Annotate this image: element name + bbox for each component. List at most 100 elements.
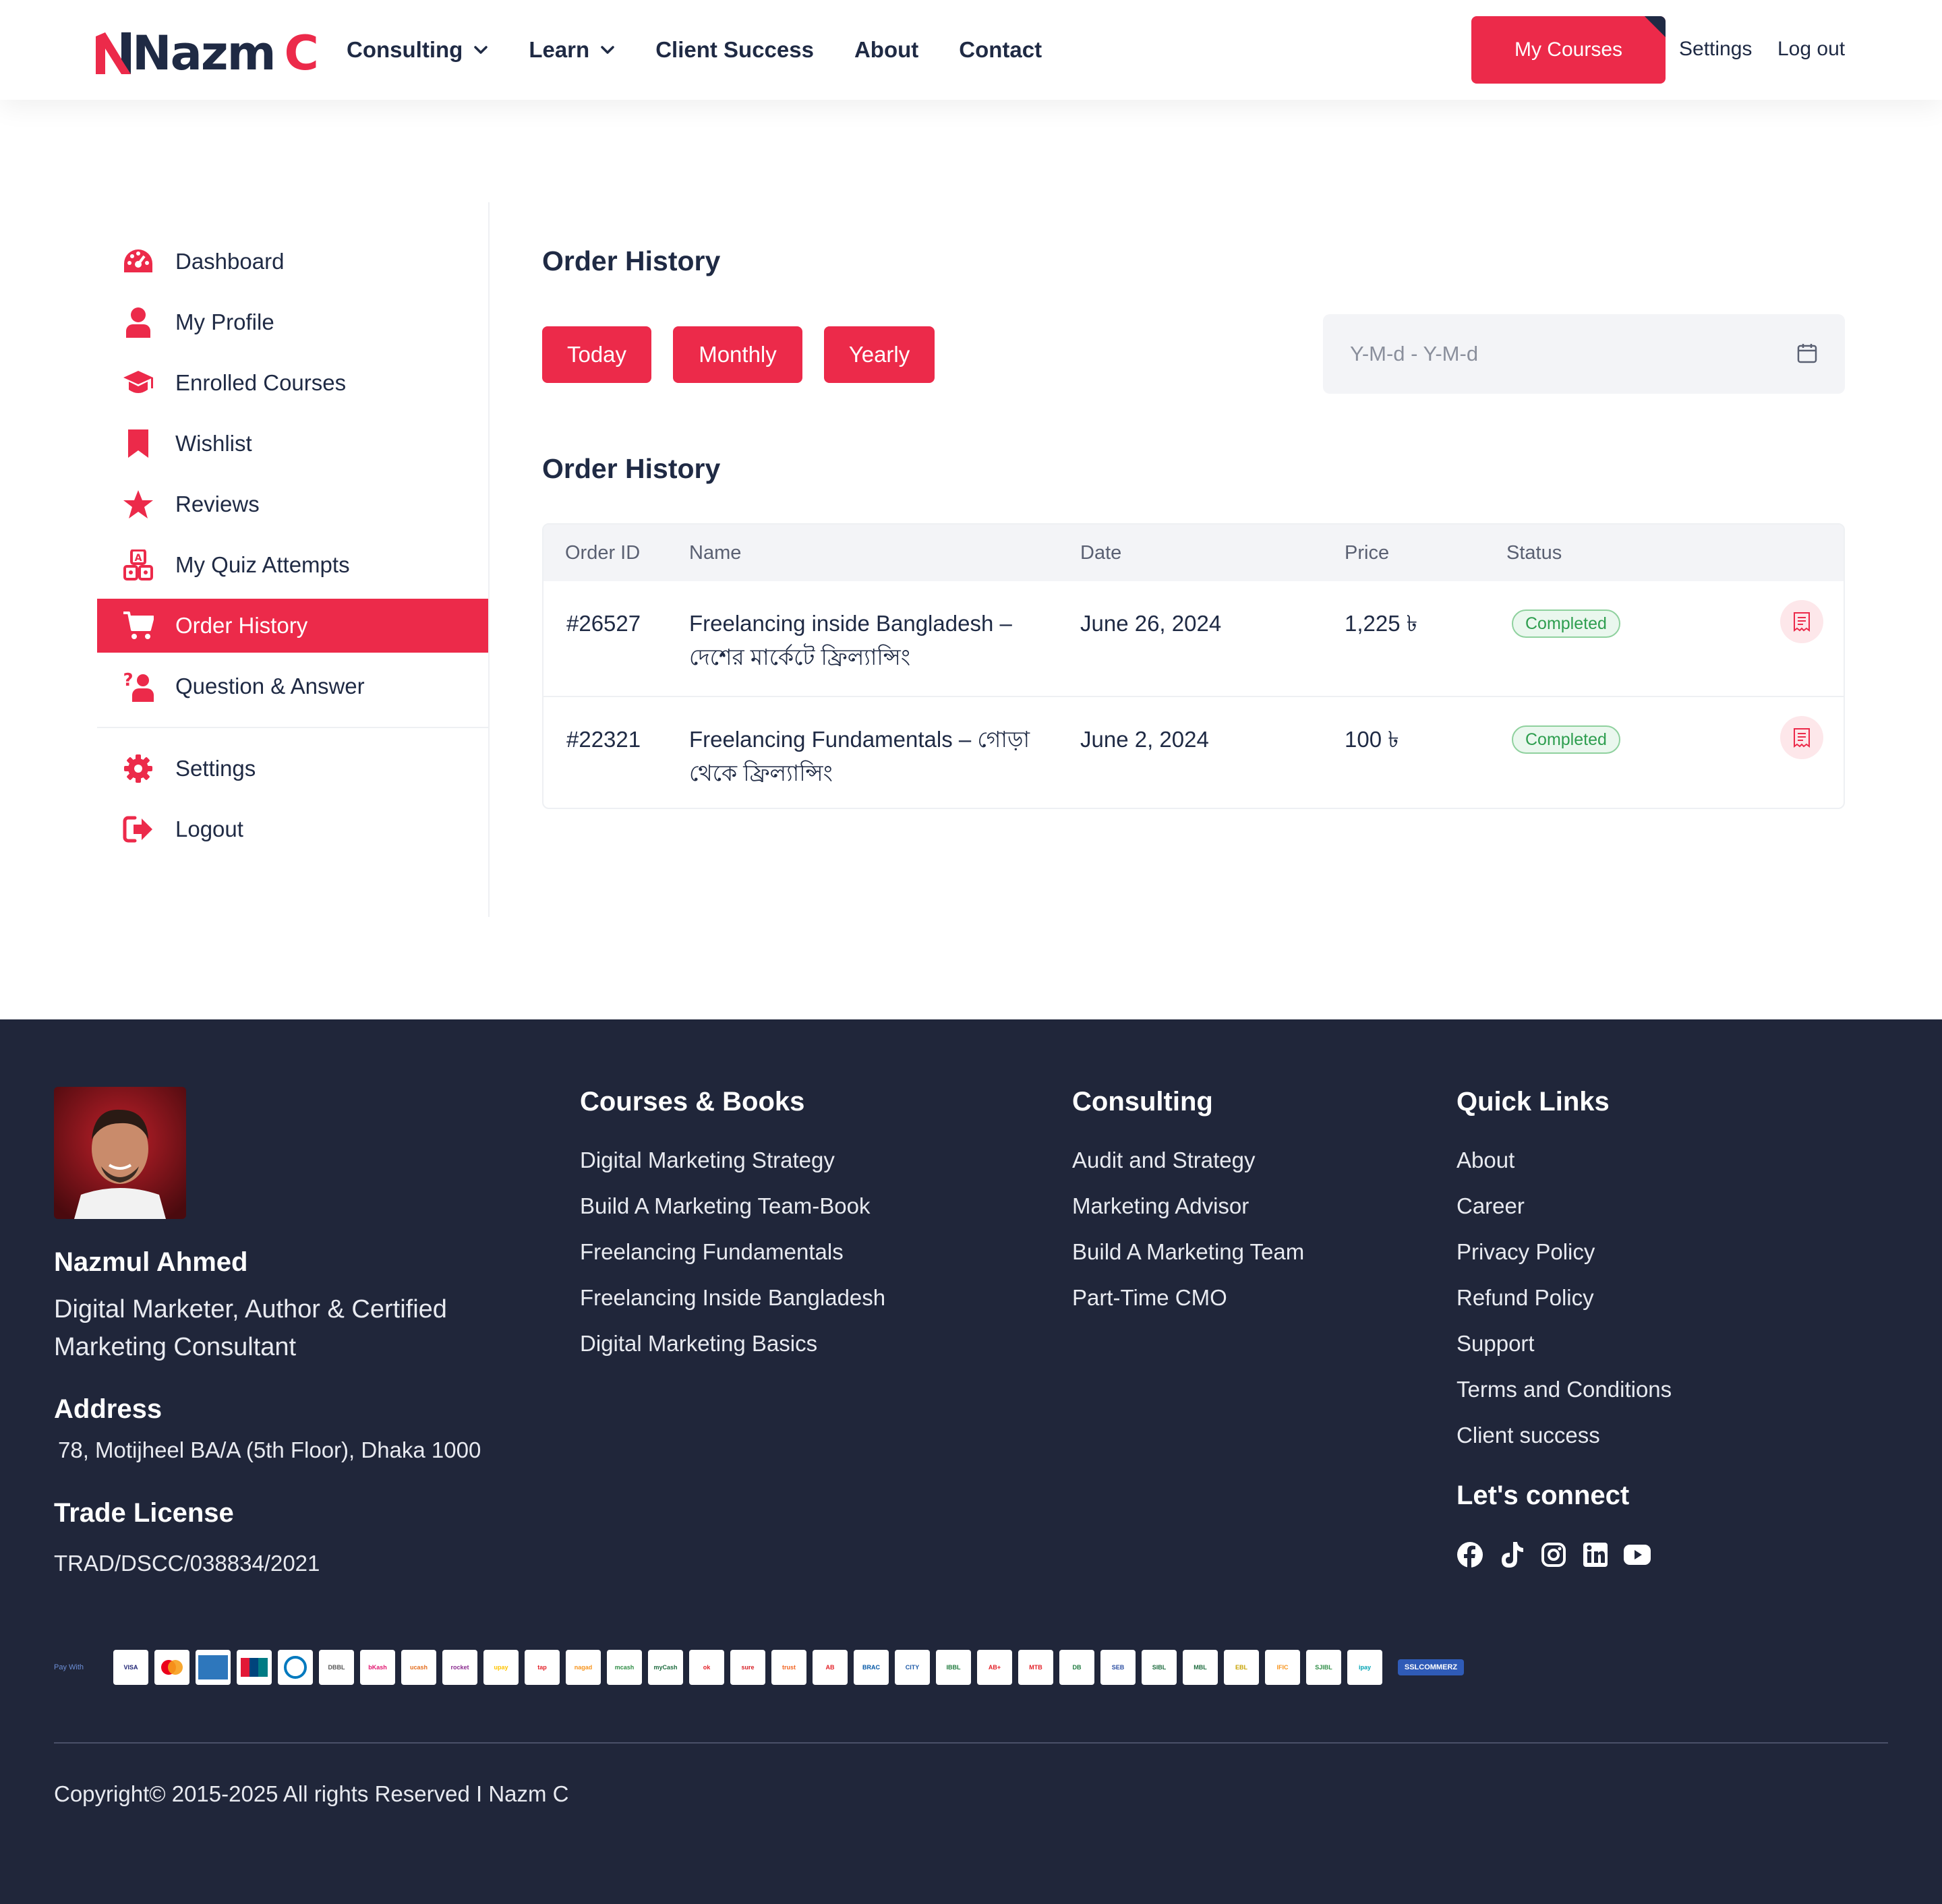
view-invoice-button[interactable] [1780,716,1823,759]
sidebar-item-order-history[interactable]: Order History [97,599,488,653]
filter-today-button[interactable]: Today [542,326,651,383]
address-text: 78, Motijheel BA/A (5th Floor), Dhaka 10… [58,1437,481,1462]
orders-table: Order ID Name Date Price Status #26527 F… [542,523,1845,809]
order-date: June 26, 2024 [1080,611,1222,636]
rocket-icon: rocket [442,1650,477,1685]
footer-link[interactable]: Marketing Advisor [1072,1193,1249,1219]
receipt-icon [1794,612,1810,632]
header-settings-link[interactable]: Settings [1679,38,1752,61]
sidebar-item-my-profile[interactable]: My Profile [97,295,488,349]
filter-yearly-button[interactable]: Yearly [824,326,935,383]
pay-with-label: Pay With [54,1663,84,1671]
ucash-icon: ucash [401,1650,436,1685]
sidebar-item-dashboard[interactable]: Dashboard [97,235,488,289]
nav-about[interactable]: About [854,37,918,63]
sidebar-item-quiz-attempts[interactable]: A My Quiz Attempts [97,538,488,592]
nav-learn[interactable]: Learn [529,37,615,63]
footer-link[interactable]: Digital Marketing Strategy [580,1148,835,1173]
sslcommerz-logo: SSLCOMMERZ [1398,1659,1464,1675]
status-badge: Completed [1512,725,1620,754]
header-logout-link[interactable]: Log out [1777,38,1845,61]
unionpay-icon [237,1650,272,1685]
bank-logo-icon: MBL [1183,1650,1218,1685]
footer-link[interactable]: About [1456,1148,1514,1173]
sidebar-item-logout[interactable]: Logout [97,802,488,856]
sidebar-item-label: Wishlist [175,431,252,456]
site-header: Nazm C Consulting Learn Client Success Ab… [0,0,1942,100]
svg-text:A: A [135,553,142,564]
footer-link[interactable]: Digital Marketing Basics [580,1331,817,1357]
footer-link[interactable]: Freelancing Fundamentals [580,1239,844,1265]
ipay-icon: ipay [1347,1650,1382,1685]
footer-link[interactable]: Terms and Conditions [1456,1377,1672,1402]
copyright-text: Copyright© 2015-2025 All rights Reserved… [54,1781,569,1806]
sidebar-item-label: Question & Answer [175,674,365,698]
brac-bank-icon: BRAC [854,1650,889,1685]
footer-link[interactable]: Refund Policy [1456,1285,1594,1311]
bank-logo-icon: SIBL [1142,1650,1177,1685]
footer-link[interactable]: Support [1456,1331,1535,1357]
diners-icon [278,1650,313,1685]
mtb-icon: MTB [1018,1650,1053,1685]
footer-link[interactable]: Build A Marketing Team [1072,1239,1304,1265]
dbbl-nexus-icon: DBBL [319,1650,354,1685]
okwallet-icon: ok [689,1650,724,1685]
logo-text: Nazm C [132,26,319,81]
sidebar-item-enrolled-courses[interactable]: Enrolled Courses [97,356,488,410]
site-logo[interactable]: Nazm C [96,26,319,81]
table-title: Order History [542,453,721,484]
sidebar-item-settings[interactable]: Settings [97,742,488,796]
status-badge: Completed [1512,609,1620,638]
dashboard-icon [123,246,154,277]
sidebar-item-label: Dashboard [175,249,285,274]
receipt-icon [1794,728,1810,748]
nav-consulting[interactable]: Consulting [347,37,488,63]
tiktok-icon[interactable] [1497,1540,1527,1570]
linkedin-icon[interactable] [1581,1540,1610,1570]
dashboard-sidebar: Dashboard My Profile Enrolled Courses Wi… [97,202,490,917]
southeast-bank-icon: SEB [1100,1650,1136,1685]
order-price: 1,225 ৳ [1345,611,1418,636]
upay-icon: upay [483,1650,519,1685]
order-name[interactable]: Freelancing Fundamentals – গোড়া থেকে ফ্র… [689,723,1040,790]
gear-icon [123,753,154,784]
logout-icon [123,814,154,845]
footer-link[interactable]: Client success [1456,1423,1600,1448]
footer-link[interactable]: Privacy Policy [1456,1239,1595,1265]
address-heading: Address [54,1394,163,1424]
footer-link[interactable]: Part-Time CMO [1072,1285,1227,1311]
facebook-icon[interactable] [1455,1540,1485,1570]
footer-link[interactable]: Build A Marketing Team-Book [580,1193,870,1219]
nav-client-success[interactable]: Client Success [655,37,814,63]
youtube-icon[interactable] [1622,1540,1652,1570]
filter-monthly-button[interactable]: Monthly [673,326,802,383]
column-header: Order ID [565,542,641,564]
date-range-input[interactable]: Y-M-d - Y-M-d [1323,314,1845,394]
sidebar-item-question-answer[interactable]: ? Question & Answer [97,659,488,713]
chevron-down-icon [601,46,614,54]
cart-icon [123,610,154,641]
sidebar-item-label: Order History [175,613,308,638]
mycash-icon: myCash [648,1650,683,1685]
license-heading: Trade License [54,1498,234,1528]
star-icon [123,489,154,520]
author-name: Nazmul Ahmed [54,1247,248,1277]
sidebar-item-label: Logout [175,816,243,841]
sidebar-item-wishlist[interactable]: Wishlist [97,417,488,471]
footer-heading-quick-links: Quick Links [1456,1087,1610,1117]
view-invoice-button[interactable] [1780,600,1823,643]
nav-contact[interactable]: Contact [959,37,1042,63]
footer-link[interactable]: Career [1456,1193,1525,1219]
question-answer-icon: ? [123,671,154,702]
footer-link[interactable]: Audit and Strategy [1072,1148,1256,1173]
my-courses-button[interactable]: My Courses [1471,16,1666,84]
mcash-icon: mcash [607,1650,642,1685]
footer-link[interactable]: Freelancing Inside Bangladesh [580,1285,885,1311]
instagram-icon[interactable] [1539,1540,1568,1570]
order-name[interactable]: Freelancing inside Bangladesh – দেশের মার… [689,607,1040,674]
author-role: Digital Marketer, Author & Certified Mar… [54,1295,447,1361]
connect-heading: Let's connect [1456,1481,1630,1510]
footer-heading-courses: Courses & Books [580,1087,805,1117]
sidebar-item-reviews[interactable]: Reviews [97,477,488,531]
islami-bank-icon: IBBL [936,1650,971,1685]
